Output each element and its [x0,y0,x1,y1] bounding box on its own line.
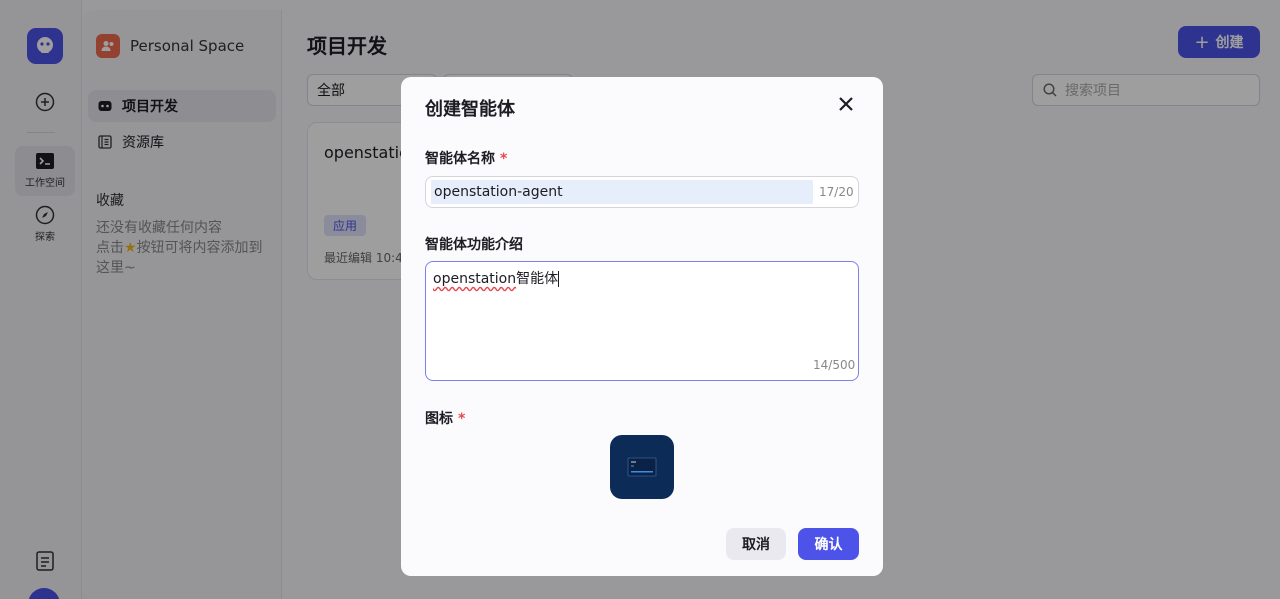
agent-name-input[interactable]: openstation-agent 17/20 [425,176,859,208]
agent-icon-picker[interactable] [610,435,674,499]
icon-field-label-text: 图标 [425,411,453,427]
create-agent-dialog: 创建智能体 智能体名称 * openstation-agent 17/20 智能体… [401,77,883,576]
agent-name-value: openstation-agent [431,180,813,204]
close-icon[interactable] [837,95,855,113]
agent-description-value: openstation智能体 [433,268,560,288]
desc-char-counter: 14/500 [813,358,856,372]
agent-avatar-image [627,457,657,477]
text-caret [558,271,560,287]
agent-description-textarea[interactable]: openstation智能体 14/500 [425,261,859,381]
desc-misspelled-word: openstation [433,271,517,287]
desc-field-label: 智能体功能介绍 [425,237,523,253]
confirm-button[interactable]: 确认 [798,528,859,560]
dialog-title: 创建智能体 [425,99,515,120]
desc-rest-text: 智能体 [516,271,559,287]
required-mark: * [458,411,466,427]
required-mark: * [500,151,508,167]
name-field-label-text: 智能体名称 [425,151,495,167]
icon-field-label: 图标 * [425,408,465,428]
cancel-button[interactable]: 取消 [726,528,786,560]
name-field-label: 智能体名称 * [425,148,507,168]
name-char-counter: 17/20 [819,185,854,199]
